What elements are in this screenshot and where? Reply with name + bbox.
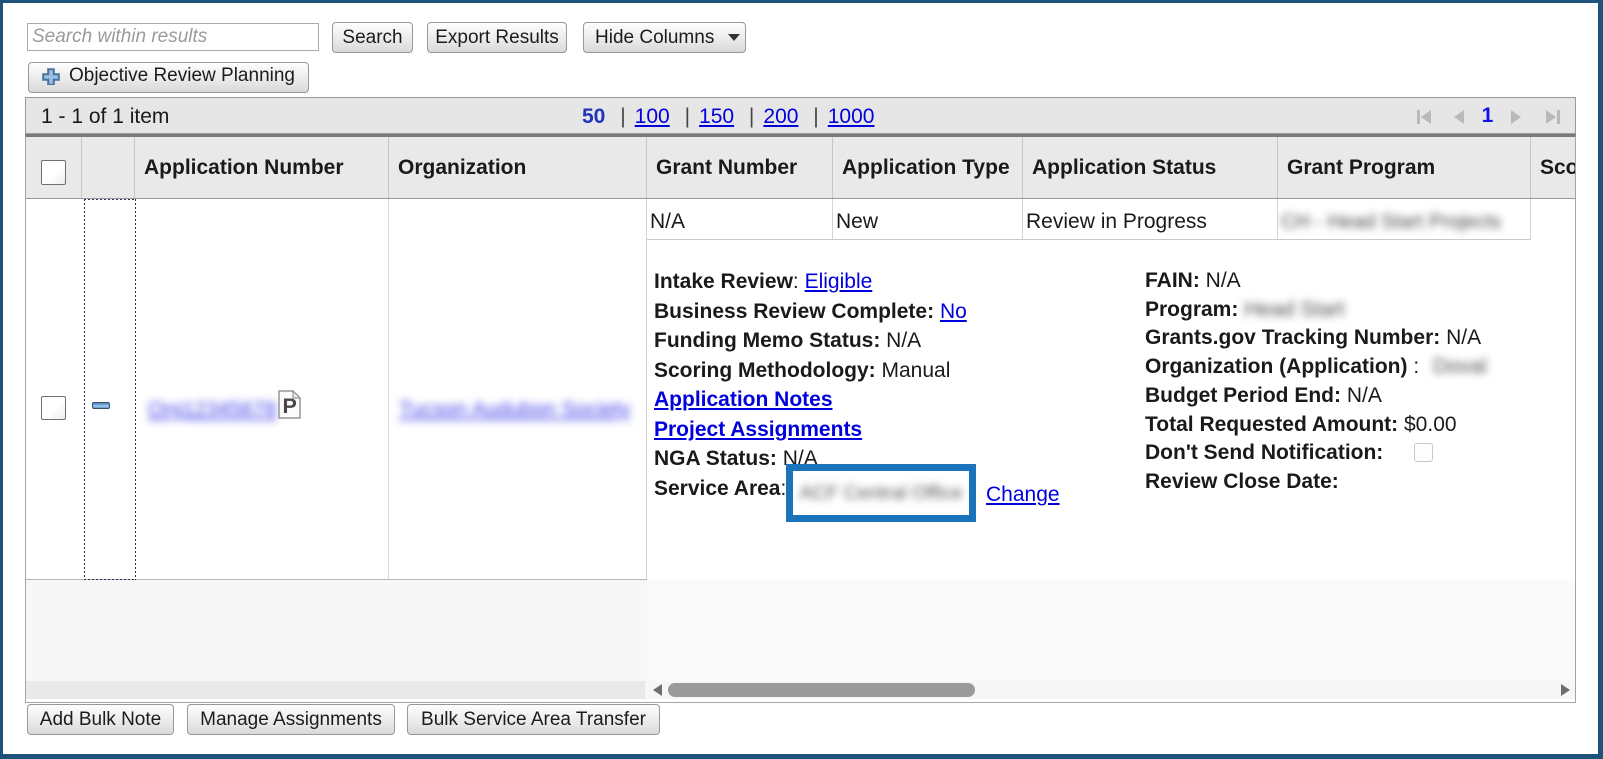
svg-text:P: P [283,394,297,418]
